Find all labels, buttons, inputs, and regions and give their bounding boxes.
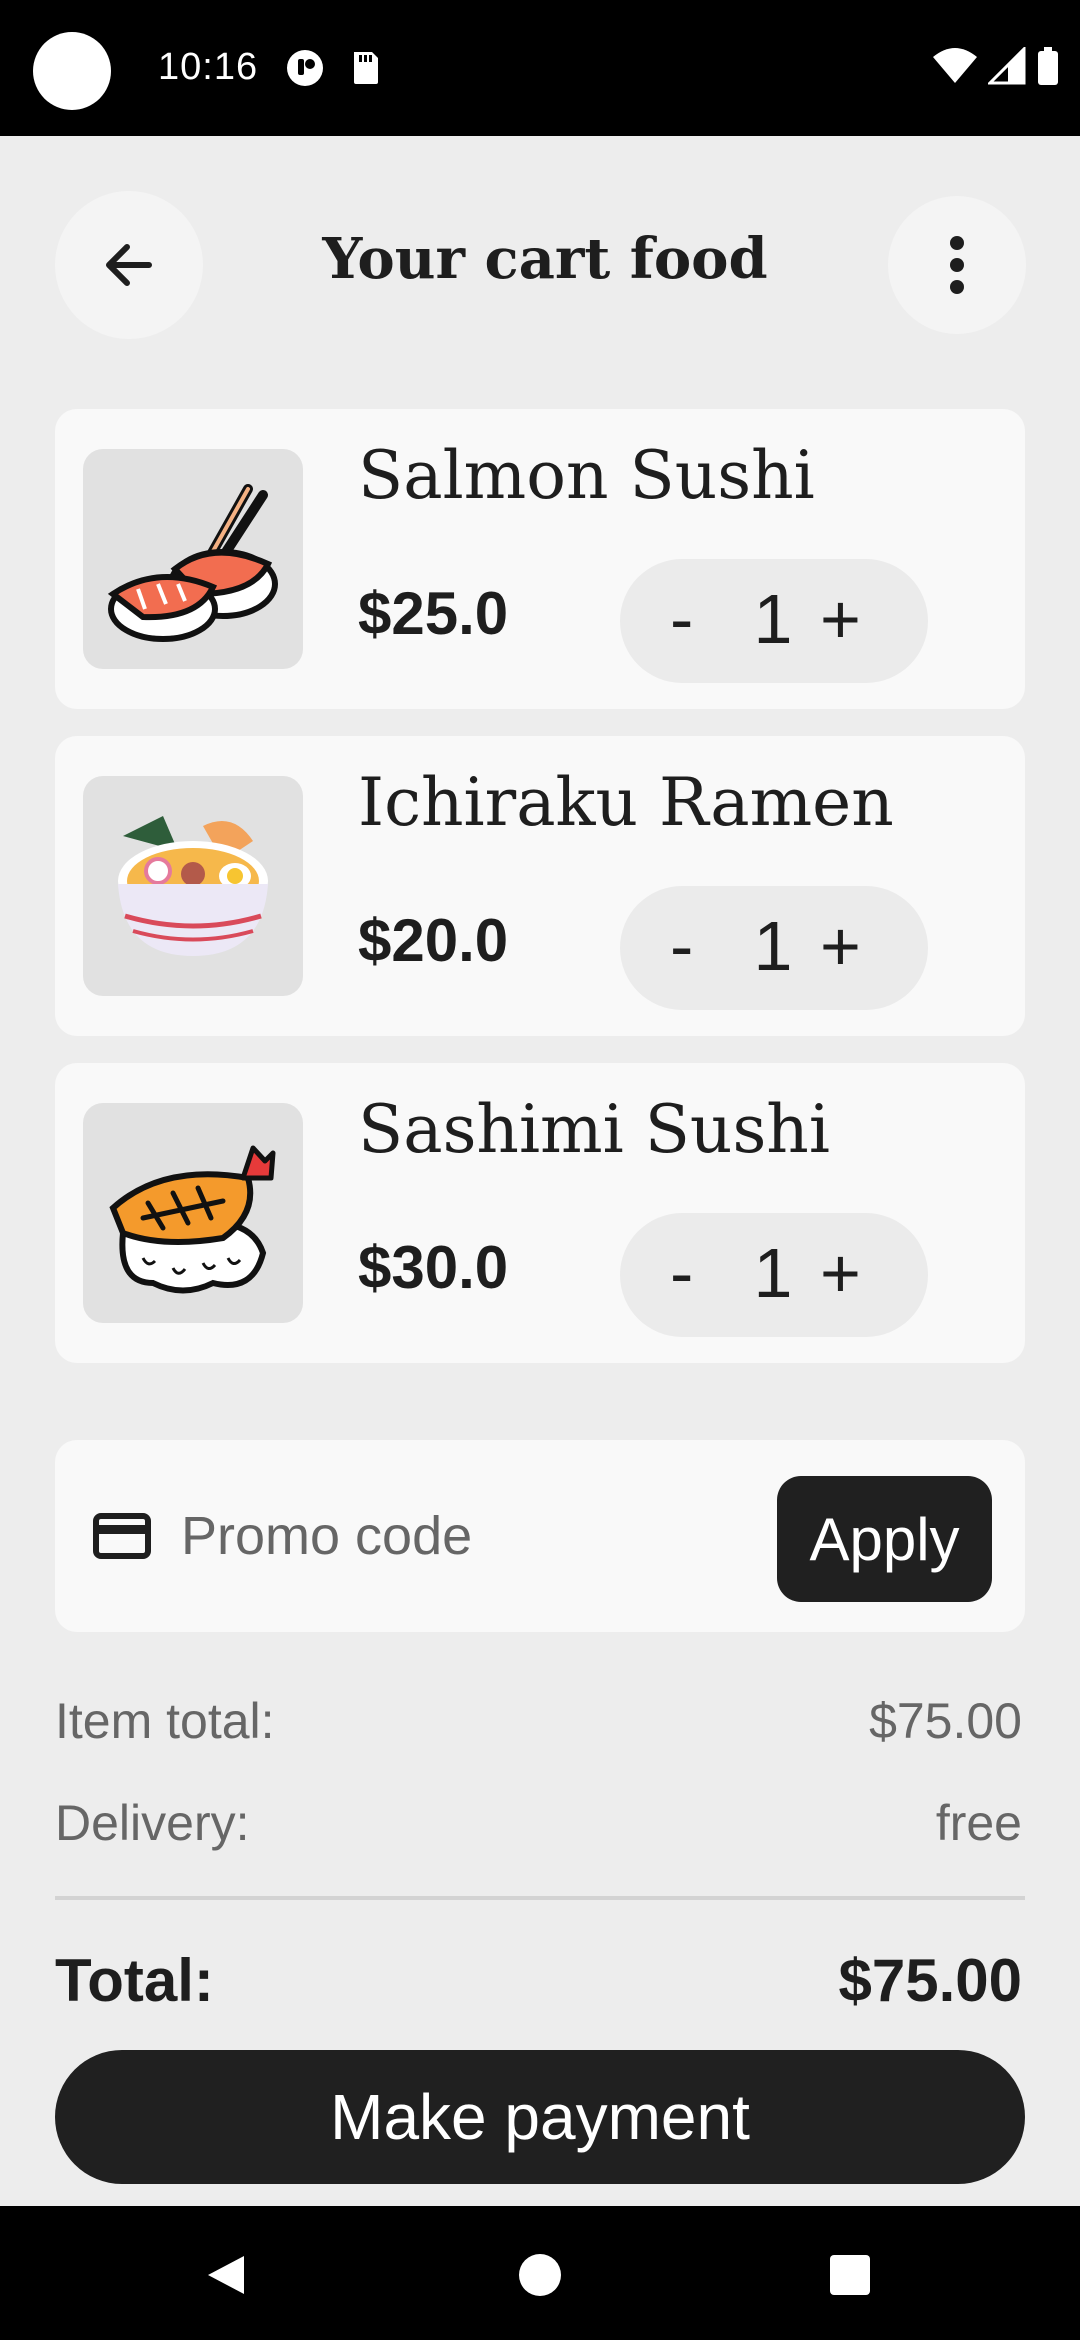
- total-value: $75.00: [838, 1947, 1022, 2014]
- item-price: $20.0: [358, 907, 509, 974]
- delivery-label: Delivery:: [55, 1795, 250, 1851]
- nav-back-button[interactable]: [182, 2230, 272, 2320]
- system-nav-bar: [0, 2206, 1080, 2340]
- cart-item-card: Ichiraku Ramen $20.0 - 1 +: [55, 736, 1025, 1036]
- decrease-quantity-button[interactable]: -: [670, 1231, 693, 1315]
- quantity-stepper: - 1 +: [620, 559, 928, 683]
- item-image: [83, 776, 303, 996]
- decrease-quantity-button[interactable]: -: [670, 577, 693, 661]
- item-total-label: Item total:: [55, 1693, 275, 1749]
- nav-home-icon: [519, 2254, 561, 2296]
- decrease-quantity-button[interactable]: -: [670, 904, 693, 988]
- cart-screen: Your cart food Salmon Sushi $25.0 - 1 + …: [0, 136, 1080, 2206]
- salmon-sushi-icon: [107, 484, 278, 642]
- sd-card-icon: [354, 52, 378, 84]
- increase-quantity-button[interactable]: +: [820, 1231, 861, 1315]
- quantity-value: 1: [753, 907, 793, 985]
- summary-divider: [55, 1896, 1025, 1900]
- wifi-icon: [933, 48, 977, 83]
- phone-screen: 10:16 Your cart food Salmon Sushi $25.0 …: [0, 0, 1080, 2340]
- item-name: Salmon Sushi: [358, 437, 815, 514]
- item-price: $30.0: [358, 1234, 509, 1301]
- nav-back-icon: [208, 2256, 244, 2294]
- item-image: [83, 449, 303, 669]
- quantity-value: 1: [753, 1234, 793, 1312]
- status-bar: 10:16: [0, 0, 1080, 136]
- delivery-value: free: [935, 1795, 1022, 1851]
- cart-item-card: Sashimi Sushi $30.0 - 1 +: [55, 1063, 1025, 1363]
- nav-home-button[interactable]: [495, 2230, 585, 2320]
- total-label: Total:: [55, 1947, 214, 2014]
- more-options-button[interactable]: [888, 196, 1026, 334]
- credit-card-icon: [93, 1513, 151, 1559]
- battery-icon: [1038, 47, 1058, 85]
- item-image: [83, 1103, 303, 1323]
- increase-quantity-button[interactable]: +: [820, 904, 861, 988]
- cart-item-card: Salmon Sushi $25.0 - 1 +: [55, 409, 1025, 709]
- quantity-value: 1: [753, 580, 793, 658]
- promo-code-input[interactable]: [181, 1502, 631, 1570]
- more-vert-icon: [950, 236, 964, 294]
- make-payment-button[interactable]: Make payment: [55, 2050, 1025, 2184]
- shrimp-sushi-icon: [109, 1145, 276, 1294]
- status-icons: [932, 46, 1060, 86]
- item-name: Sashimi Sushi: [358, 1091, 830, 1168]
- promo-code-card: Apply: [55, 1440, 1025, 1632]
- increase-quantity-button[interactable]: +: [820, 577, 861, 661]
- quantity-stepper: - 1 +: [620, 1213, 928, 1337]
- item-price: $25.0: [358, 580, 509, 647]
- camera-cutout: [33, 32, 111, 110]
- notification-app-icon: [287, 50, 323, 86]
- apply-promo-button[interactable]: Apply: [777, 1476, 992, 1602]
- cellular-signal-icon: [988, 47, 1026, 85]
- nav-recents-icon: [830, 2255, 870, 2295]
- quantity-stepper: - 1 +: [620, 886, 928, 1010]
- ramen-bowl-icon: [118, 816, 268, 956]
- status-time: 10:16: [158, 46, 259, 88]
- item-total-value: $75.00: [869, 1693, 1022, 1749]
- item-name: Ichiraku Ramen: [358, 764, 894, 841]
- nav-recents-button[interactable]: [805, 2230, 895, 2320]
